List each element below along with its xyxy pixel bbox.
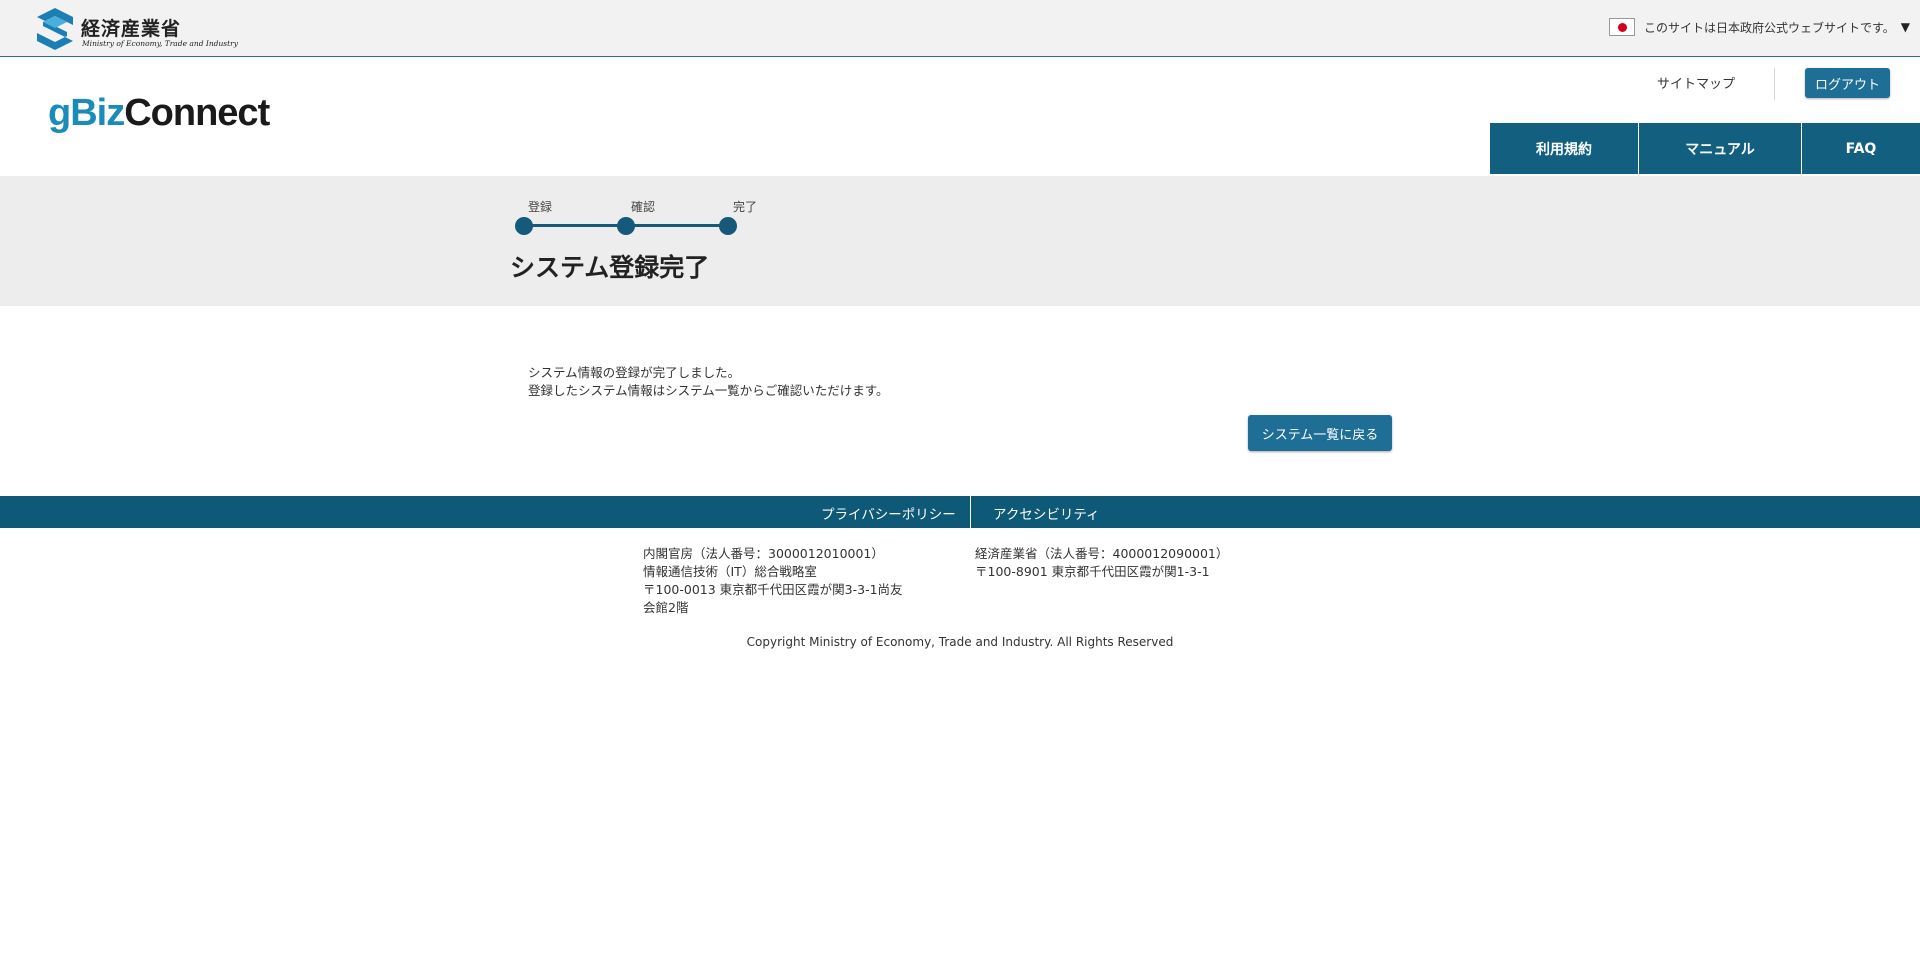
brand-part-gbiz: gBiz [48,92,125,134]
nav-manual[interactable]: マニュアル [1638,123,1801,174]
copyright: Copyright Ministry of Economy, Trade and… [746,635,1174,649]
step-label-complete: 完了 [733,200,758,214]
nav-faq[interactable]: FAQ [1801,123,1920,174]
address-line: 会館2階 [643,600,689,615]
footer-nav: プライバシーポリシー アクセシビリティ [0,496,1920,528]
footer-nav-separator [970,496,971,528]
message-line-1: システム情報の登録が完了しました。 [528,365,741,380]
brand-part-connect: Connect [124,92,270,134]
meti-logo[interactable]: 経済産業省 Ministry of Economy, Trade and Ind… [35,8,238,52]
back-to-system-list-button[interactable]: システム一覧に戻る [1248,415,1392,451]
progress-steps: 登録 確認 完了 [515,198,757,238]
footer-address-meti: 経済産業省（法人番号：4000012090001） 〒100-8901 東京都千… [975,545,1228,581]
header-divider [1774,68,1775,100]
step-dot-register [515,217,533,235]
government-bar: 経済産業省 Ministry of Economy, Trade and Ind… [0,0,1920,57]
message-line-2: 登録したシステム情報はシステム一覧からご確認いただけます。 [528,383,889,398]
global-nav: 利用規約 マニュアル FAQ [1490,123,1920,174]
page-title: システム登録完了 [510,253,710,282]
address-line: 経済産業省（法人番号：4000012090001） [975,546,1229,561]
step-label-confirm: 確認 [631,200,656,214]
completion-message: システム情報の登録が完了しました。 登録したシステム情報はシステム一覧からご確認… [528,364,889,400]
address-line: 内閣官房（法人番号：3000012010001） [643,546,884,561]
gbizconnect-logo[interactable]: gBizConnect [48,92,270,135]
meti-logo-icon [37,8,73,50]
address-line: 〒100-0013 東京都千代田区霞が関3-3-1尚友 [643,582,903,597]
address-line: 〒100-8901 東京都千代田区霞が関1-3-1 [975,564,1210,579]
japan-flag-icon [1608,18,1635,36]
logout-button[interactable]: ログアウト [1805,68,1890,98]
ministry-name: 経済産業省 [81,18,182,40]
caret-down-icon[interactable]: ▼ [1901,20,1910,34]
nav-terms-of-use[interactable]: 利用規約 [1490,123,1638,174]
site-header: gBizConnect サイトマップ ログアウト 利用規約 マニュアル FAQ [0,58,1920,176]
privacy-policy-link[interactable]: プライバシーポリシー [821,503,956,523]
step-dot-complete [719,217,737,235]
accessibility-link[interactable]: アクセシビリティ [993,503,1100,523]
sitemap-link[interactable]: サイトマップ [1657,73,1735,92]
address-line: 情報通信技術（IT）総合戦略室 [643,564,817,579]
step-label-register: 登録 [528,200,553,214]
page-title-band: 登録 確認 完了 システム登録完了 [0,176,1920,306]
official-site-notice[interactable]: このサイトは日本政府公式ウェブサイトです。 ▼ [1608,16,1910,38]
step-dot-confirm [617,217,635,235]
footer-address-cabinet: 内閣官房（法人番号：3000012010001） 情報通信技術（IT）総合戦略室… [643,545,903,617]
ministry-name-en: Ministry of Economy, Trade and Industry [82,39,238,48]
official-notice-text: このサイトは日本政府公式ウェブサイトです。 [1643,20,1895,35]
